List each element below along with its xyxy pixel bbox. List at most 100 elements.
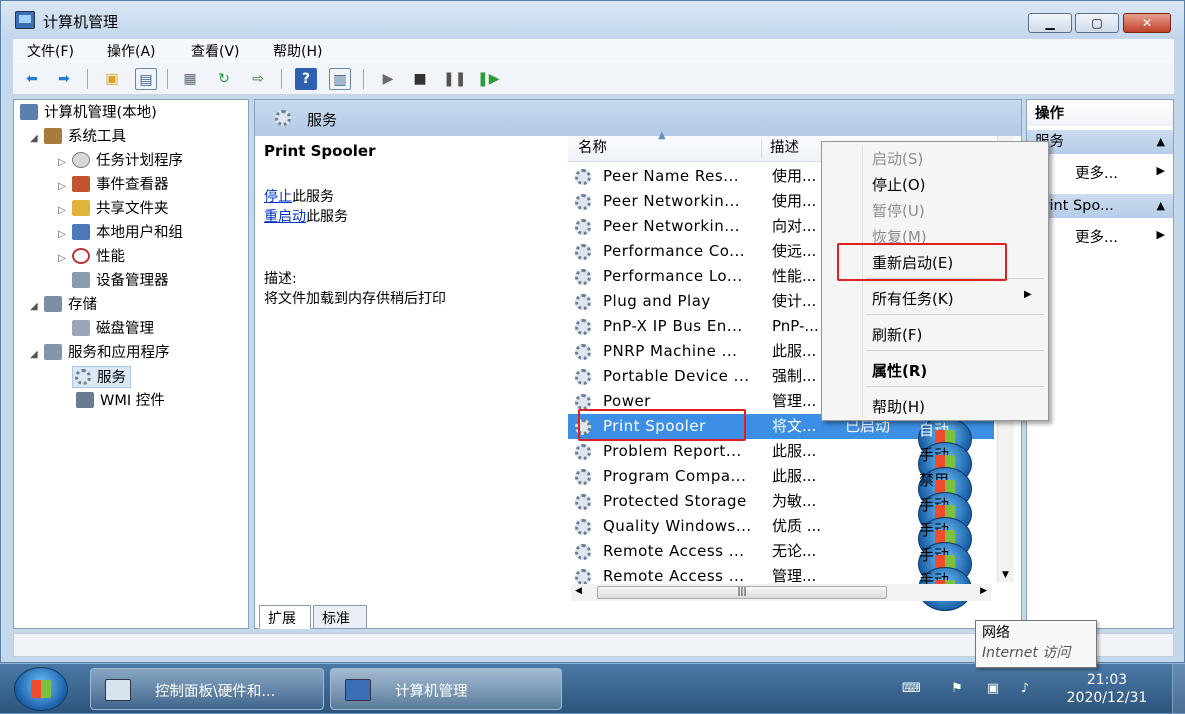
network-icon[interactable]: ▣ (984, 681, 1002, 697)
storage-icon (44, 296, 62, 312)
menu-view[interactable]: 查看(V) (191, 41, 240, 61)
table-row[interactable]: Remote Access ... 无论... 手动 (568, 539, 994, 586)
maximize-button[interactable]: ▢ (1075, 13, 1119, 33)
service-desc: 无论... (772, 542, 817, 560)
tree-system-tools[interactable]: ◢ 系统工具 (30, 126, 126, 148)
collapse-icon[interactable]: ◢ (30, 128, 44, 150)
volume-icon[interactable]: ♪ (1016, 681, 1034, 697)
menu-properties[interactable]: 属性(R) (872, 360, 927, 381)
clock[interactable]: 21:03 2020/12/31 (1052, 671, 1162, 707)
forward-icon[interactable]: ➡ (53, 68, 75, 90)
scroll-thumb[interactable]: ||| (597, 586, 887, 599)
service-name: Remote Access ... (603, 542, 745, 560)
gear-icon (575, 494, 591, 510)
gear-icon (575, 194, 591, 210)
gear-icon (575, 219, 591, 235)
expand-icon[interactable]: ▷ (58, 176, 72, 198)
stop-icon[interactable]: ■ (409, 68, 431, 90)
export-icon[interactable]: ⇨ (247, 68, 269, 90)
wmi-icon (76, 392, 94, 408)
menu-refresh[interactable]: 刷新(F) (872, 324, 922, 345)
stop-service-link[interactable]: 停止此服务 (264, 186, 334, 206)
tree-storage[interactable]: ◢ 存储 (30, 294, 97, 316)
tree-task-scheduler[interactable]: ▷ 任务计划程序 (58, 150, 183, 172)
collapse-triangle-icon[interactable]: ▲ (1157, 130, 1165, 154)
more-actions-print-spooler[interactable]: 更多... (1075, 226, 1118, 247)
gear-icon (275, 110, 291, 126)
menu-file[interactable]: 文件(F) (27, 41, 74, 61)
computer-management-window: 计算机管理 ▁ ▢ ✕ 文件(F) 操作(A) 查看(V) 帮助(H) ⬅ ➡ … (0, 0, 1185, 663)
tree-services[interactable]: 服务 (72, 366, 131, 388)
start-button[interactable] (14, 667, 68, 711)
shared-folder-icon (72, 200, 90, 216)
show-desktop-button[interactable] (1172, 664, 1185, 714)
context-menu: 启动(S) 停止(O) 暂停(U) 恢复(M) 重新启动(E) 所有任务(K) … (821, 141, 1049, 421)
action-center-icon[interactable]: ⚑ (948, 681, 966, 697)
taskbar-computer-management[interactable]: 计算机管理 (330, 668, 562, 710)
help-icon[interactable]: ? (295, 68, 317, 90)
tree-services-apps[interactable]: ◢ 服务和应用程序 (30, 342, 170, 364)
show-tree-icon[interactable]: ▤ (135, 68, 157, 90)
table-row[interactable]: Program Compa... 此服... 禁用 (568, 464, 994, 511)
table-row[interactable]: Quality Windows... 优质 ... 手动 (568, 514, 994, 561)
tab-extended[interactable]: 扩展 (259, 605, 311, 629)
resume-icon[interactable]: ❚▶ (477, 68, 500, 90)
service-name: Performance Lo... (603, 267, 743, 285)
service-desc: 优质 ... (772, 517, 822, 535)
gear-icon (575, 469, 591, 485)
performance-icon (72, 248, 90, 264)
tree-performance[interactable]: ▷ 性能 (58, 246, 125, 268)
table-row[interactable]: Protected Storage 为敏... 手动 (568, 489, 994, 536)
column-description[interactable]: 描述 (770, 136, 799, 160)
window-title: 计算机管理 (43, 13, 119, 31)
table-row[interactable]: Problem Report... 此服... 手动 (568, 439, 994, 486)
menu-help-item[interactable]: 帮助(H) (872, 396, 925, 417)
column-name[interactable]: 名称 (578, 136, 607, 160)
expand-icon[interactable]: ▷ (58, 224, 72, 246)
menu-pause: 暂停(U) (872, 202, 925, 220)
minimize-button[interactable]: ▁ (1028, 13, 1072, 33)
gear-icon (575, 394, 591, 410)
properties-icon[interactable]: ▦ (179, 68, 201, 90)
expand-icon[interactable]: ▷ (58, 200, 72, 222)
tree-wmi[interactable]: WMI 控件 (76, 390, 165, 412)
gear-icon (575, 519, 591, 535)
tree-device-manager[interactable]: 设备管理器 (72, 270, 169, 292)
up-folder-icon[interactable]: ▣ (101, 68, 123, 90)
menu-help[interactable]: 帮助(H) (273, 41, 322, 61)
tree-local-users[interactable]: ▷ 本地用户和组 (58, 222, 183, 244)
keyboard-icon[interactable]: ⌨ (902, 681, 921, 697)
console-icon[interactable]: ▥ (329, 68, 351, 90)
expand-icon[interactable]: ▷ (58, 248, 72, 270)
close-button[interactable]: ✕ (1123, 13, 1171, 33)
back-icon[interactable]: ⬅ (21, 68, 43, 90)
service-name: Peer Name Res... (603, 167, 740, 185)
collapse-triangle-icon[interactable]: ▲ (1157, 194, 1165, 218)
collapse-icon[interactable]: ◢ (30, 344, 44, 366)
title-bar[interactable]: 计算机管理 ▁ ▢ ✕ (1, 1, 1184, 39)
collapse-icon[interactable]: ◢ (30, 296, 44, 318)
refresh-icon[interactable]: ↻ (213, 68, 235, 90)
computer-management-icon (15, 11, 35, 29)
menu-stop[interactable]: 停止(O) (872, 174, 926, 195)
play-icon[interactable]: ▶ (377, 68, 399, 90)
tree-disk-management[interactable]: 磁盘管理 (72, 318, 154, 340)
tab-standard[interactable]: 标准 (313, 605, 367, 629)
tree-shared-folders[interactable]: ▷ 共享文件夹 (58, 198, 169, 220)
more-actions-services[interactable]: 更多... (1075, 162, 1118, 183)
scroll-down-icon[interactable]: ▼ (1002, 570, 1009, 580)
tree-root[interactable]: 计算机管理(本地) (20, 102, 157, 124)
expand-icon[interactable]: ▷ (58, 152, 72, 174)
taskbar-control-panel[interactable]: 控制面板\硬件和... (90, 668, 324, 710)
scroll-left-icon[interactable]: ◀ (575, 586, 582, 596)
menu-all-tasks[interactable]: 所有任务(K) (872, 288, 954, 309)
menu-action[interactable]: 操作(A) (107, 41, 156, 61)
tree-event-viewer[interactable]: ▷ 事件查看器 (58, 174, 169, 196)
users-icon (72, 224, 90, 240)
pause-icon[interactable]: ❚❚ (443, 68, 466, 90)
restart-service-link[interactable]: 重启动此服务 (264, 206, 348, 226)
horizontal-scrollbar[interactable]: ◀ ||| ▶ (571, 584, 991, 601)
scroll-right-icon[interactable]: ▶ (980, 586, 987, 596)
network-tooltip: 网络 Internet 访问 (975, 620, 1097, 668)
selected-service-title: Print Spooler (264, 142, 376, 160)
